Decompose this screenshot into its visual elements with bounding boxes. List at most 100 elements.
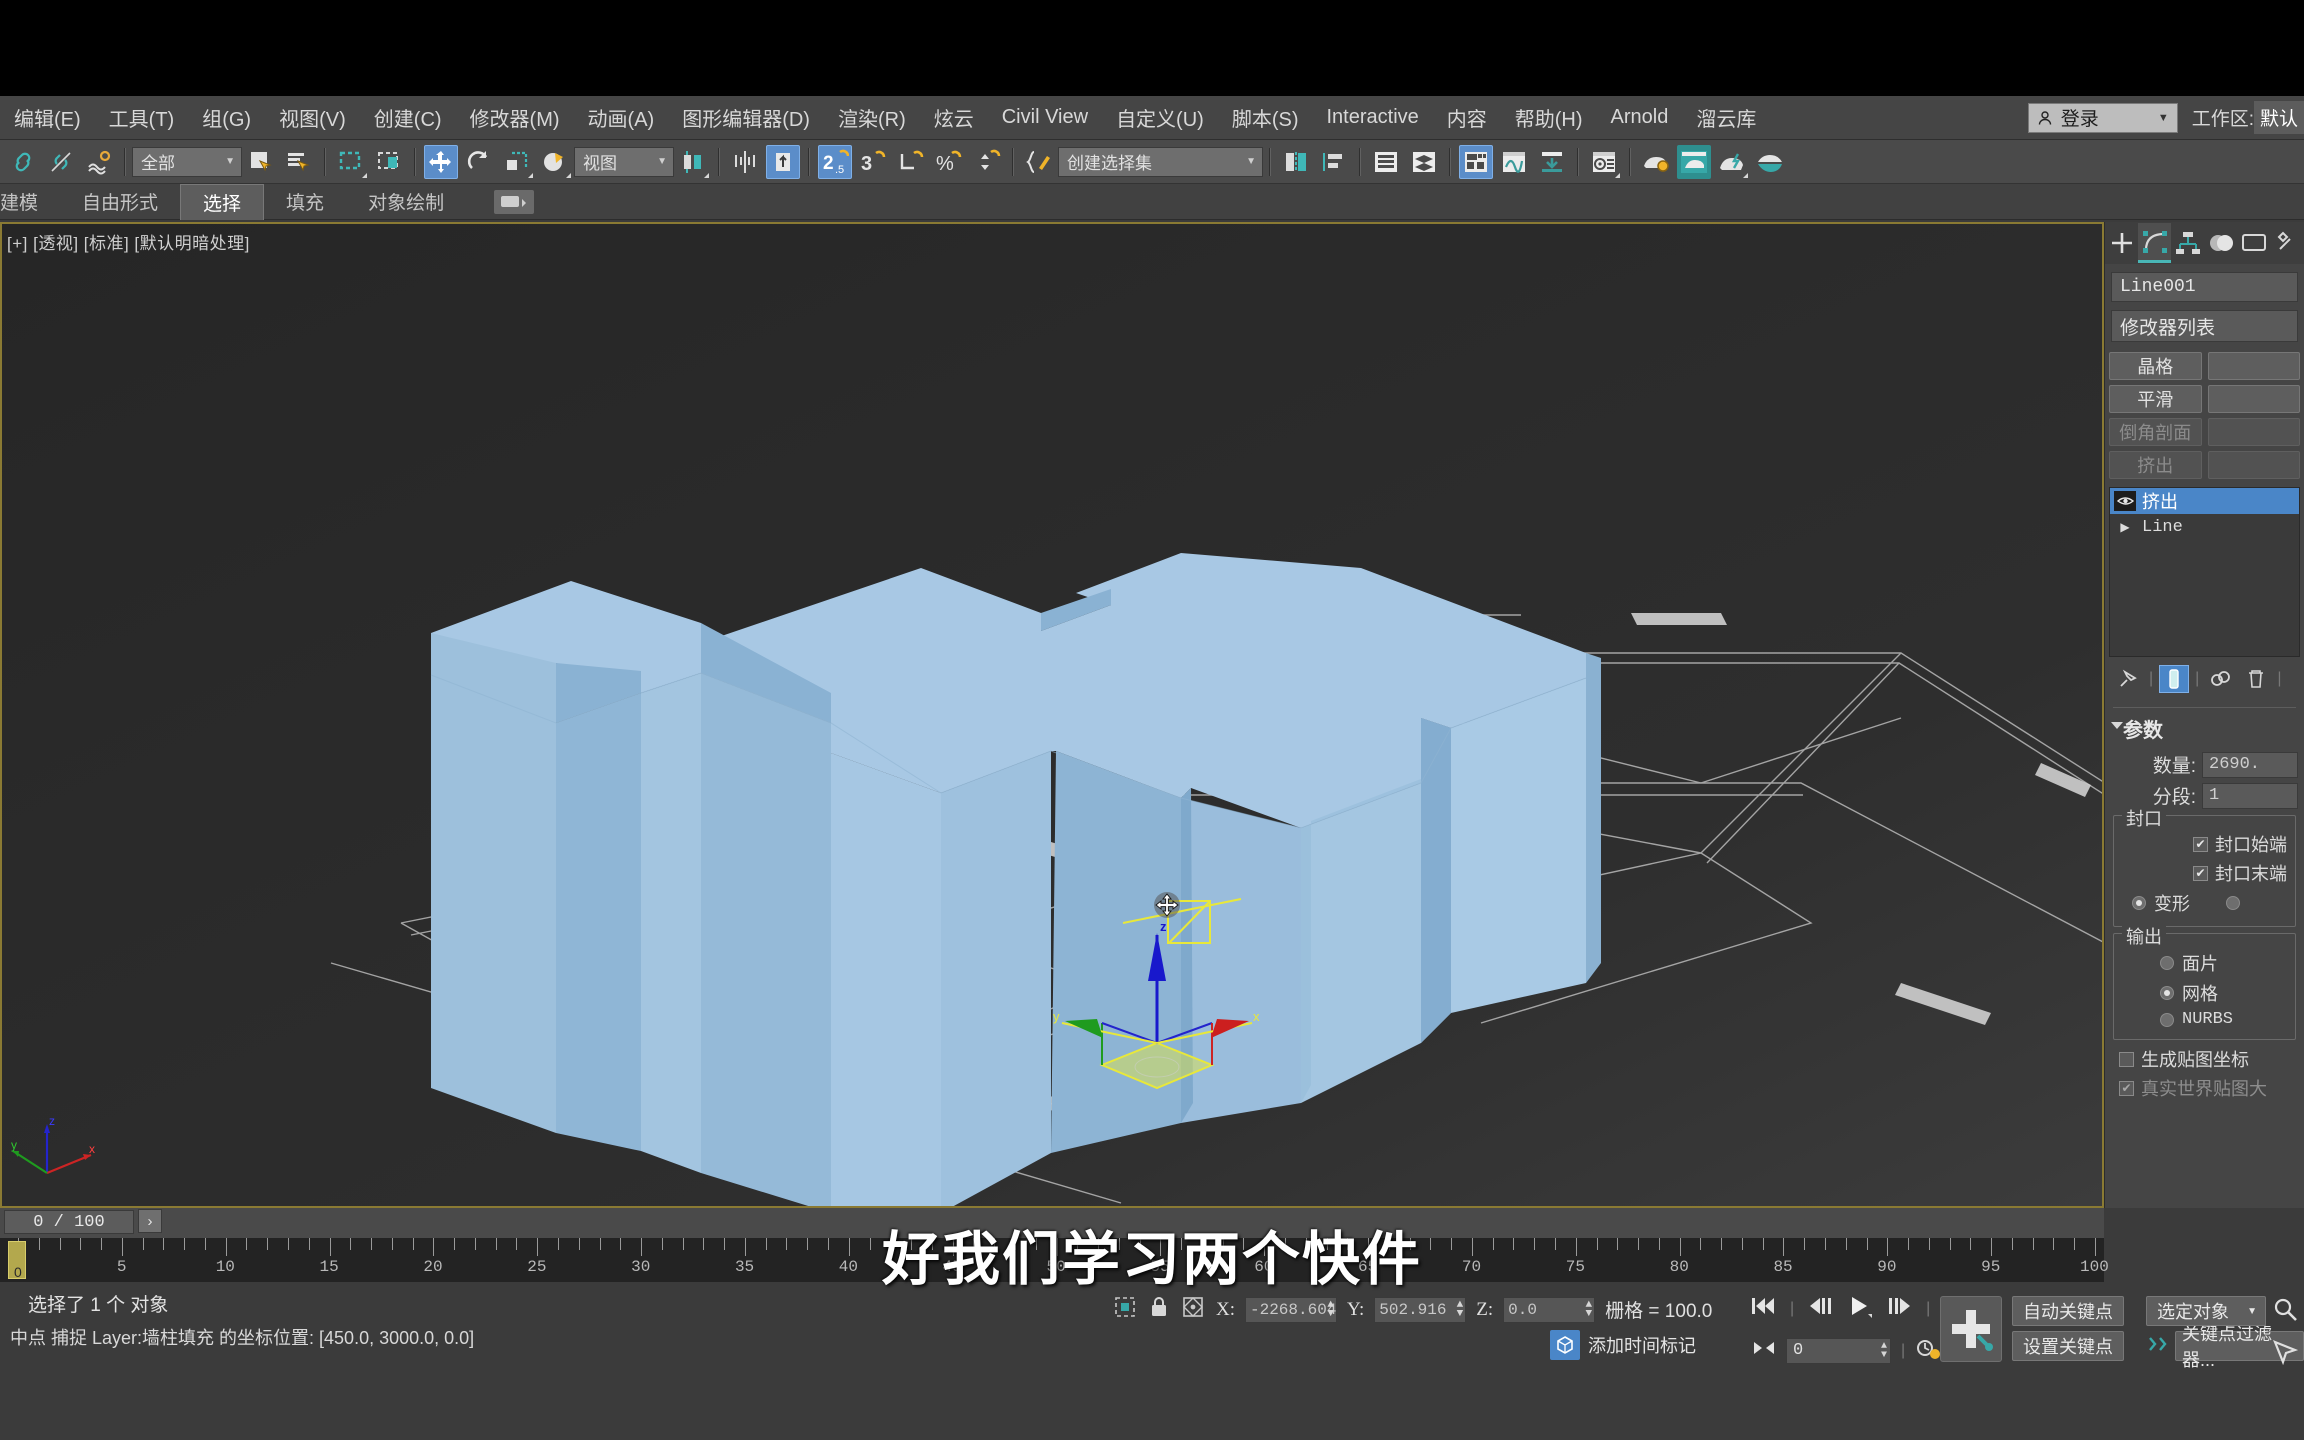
ribbon-tab-fill[interactable]: 填充 (264, 184, 346, 219)
real-world-map-size-row[interactable]: ✔ 真实世界贴图大 (2119, 1075, 2304, 1101)
chevron-down-icon[interactable]: ▼ (2158, 112, 2169, 124)
menu-item-scripting[interactable]: 脚本(S) (1218, 99, 1313, 136)
modify-tab[interactable] (2138, 223, 2172, 263)
coord-x-field[interactable]: -2268.604 ▲ ▼ (1245, 1296, 1337, 1323)
motion-tab[interactable] (2205, 223, 2238, 263)
cap-end-row[interactable]: ✔ 封口末端 (2122, 860, 2287, 886)
menu-item-graph-editors[interactable]: 图形编辑器(D) (668, 99, 824, 136)
prev-next-key-icon[interactable] (1752, 1339, 1776, 1362)
use-pivot-point-center-icon[interactable] (676, 145, 710, 179)
transform-center-icon[interactable] (1180, 1294, 1206, 1325)
current-frame-field[interactable]: 0 ▲ ▼ (1786, 1337, 1891, 1364)
select-and-scale-icon[interactable] (500, 145, 534, 179)
modifier-button-blank-1[interactable] (2207, 352, 2300, 380)
menu-item-liuyunku[interactable]: 溜云库 (1682, 99, 1770, 136)
scene-explorer-icon[interactable] (1407, 145, 1441, 179)
menu-item-civil-view[interactable]: Civil View (988, 102, 1102, 133)
pin-stack-icon[interactable] (2113, 665, 2143, 693)
modifier-button-lattice[interactable]: 晶格 (2109, 352, 2202, 380)
play-animation-button[interactable] (1848, 1294, 1873, 1323)
percent-snap-icon[interactable]: % (932, 145, 966, 179)
utilities-tab[interactable] (2271, 223, 2304, 263)
zoom-icon[interactable] (2272, 1296, 2298, 1327)
workspace-value[interactable]: 默认 (2253, 101, 2304, 134)
chevron-right-icon[interactable]: ▶ (2114, 520, 2136, 534)
selection-list-combo[interactable]: 选定对象 ▼ (2146, 1296, 2266, 1326)
absolute-mode-icon[interactable] (1112, 1294, 1138, 1325)
select-and-rotate-icon[interactable] (462, 145, 496, 179)
rendered-frame-window-icon[interactable] (1677, 144, 1711, 179)
modifier-stack-item-line[interactable]: ▶ Line (2110, 514, 2299, 540)
output-mesh-row[interactable]: 网格 (2122, 980, 2287, 1006)
menu-item-create[interactable]: 创建(C) (360, 99, 456, 136)
modifier-button-extrude[interactable]: 挤出 (2109, 451, 2202, 479)
edit-named-selection-icon[interactable] (1022, 145, 1056, 179)
ribbon-minimize-icon[interactable] (494, 189, 535, 214)
previous-frame-button[interactable] (1808, 1295, 1834, 1322)
auto-key-button[interactable]: 自动关键点 (2012, 1296, 2124, 1326)
menu-item-arnold[interactable]: Arnold (1597, 102, 1683, 133)
spinner-arrows-icon[interactable]: ▲ ▼ (1327, 1299, 1334, 1319)
render-production-icon[interactable] (1715, 145, 1749, 179)
menu-item-modifiers[interactable]: 修改器(M) (456, 99, 574, 136)
output-nurbs-row[interactable]: NURBS (2122, 1010, 2287, 1029)
angle-snap-icon[interactable] (894, 145, 928, 179)
output-patch-row[interactable]: 面片 (2122, 950, 2287, 976)
render-setup-icon[interactable] (1587, 145, 1621, 179)
ribbon-tab-object-paint[interactable]: 对象绘制 (346, 184, 466, 219)
menu-item-rendering[interactable]: 渲染(R) (824, 99, 920, 136)
coord-z-field[interactable]: 0.0 ▲ ▼ (1503, 1296, 1596, 1323)
morph-radio[interactable] (2132, 896, 2146, 910)
selection-lock-icon[interactable] (1148, 1294, 1170, 1325)
cap-end-checkbox[interactable]: ✔ (2193, 865, 2208, 881)
object-name-field[interactable]: Line001 (2111, 272, 2298, 302)
menu-item-interactive[interactable]: Interactive (1313, 102, 1433, 133)
show-end-result-icon[interactable] (2159, 665, 2190, 693)
perspective-viewport[interactable]: z x y [+] [透视] [标准] [默认明暗处理] z x y (0, 222, 2104, 1208)
window-crossing-icon[interactable] (372, 145, 406, 179)
set-key-button[interactable] (1940, 1296, 2002, 1362)
spinner-snap-icon[interactable] (970, 145, 1004, 179)
curve-editor-icon[interactable] (1497, 145, 1531, 179)
rect-select-region-icon[interactable] (334, 145, 368, 179)
menu-item-customize[interactable]: 自定义(U) (1102, 99, 1218, 136)
named-selection-set-combo[interactable]: 创建选择集 ▼ (1058, 146, 1263, 177)
menu-item-group[interactable]: 组(G) (188, 99, 265, 136)
menu-item-views[interactable]: 视图(V) (265, 99, 360, 136)
menu-item-help[interactable]: 帮助(H) (1501, 99, 1597, 136)
ribbon-tab-modeling[interactable]: 建模 (0, 184, 60, 219)
menu-item-edit[interactable]: 编辑(E) (0, 99, 95, 136)
frame-display-field[interactable]: 0 / 100 (4, 1210, 134, 1234)
viewport-label[interactable]: [+] [透视] [标准] [默认明暗处理] (7, 229, 250, 254)
select-and-move-icon[interactable] (424, 144, 458, 179)
output-nurbs-radio[interactable] (2160, 1012, 2174, 1027)
modifier-stack[interactable]: 挤出 ▶ Line (2109, 487, 2300, 657)
display-tab[interactable] (2238, 223, 2271, 263)
amount-spinner[interactable]: 2690. (2202, 751, 2298, 778)
bind-space-warp-icon[interactable] (82, 145, 116, 179)
time-slider-handle[interactable]: 0 (8, 1241, 26, 1280)
select-by-name-icon[interactable] (282, 145, 316, 179)
reference-coordinate-combo[interactable]: 视图 ▼ (574, 146, 674, 177)
align-icon[interactable] (766, 144, 800, 179)
snap-3d-icon[interactable]: 3 (856, 145, 890, 179)
modifier-button-blank-2[interactable] (2207, 385, 2300, 413)
menu-item-animation[interactable]: 动画(A) (574, 99, 669, 136)
render-settings-teapot-icon[interactable] (1639, 145, 1673, 179)
hierarchy-tab[interactable] (2171, 223, 2204, 263)
next-frame-arrow-button[interactable]: › (138, 1209, 162, 1233)
schematic-view-icon[interactable] (1535, 145, 1569, 179)
mirror-icon[interactable] (728, 145, 762, 179)
cap-start-checkbox[interactable]: ✔ (2193, 836, 2208, 852)
modifier-button-blank-3[interactable] (2207, 418, 2300, 446)
select-object-icon[interactable] (244, 145, 278, 179)
layer-manager-icon[interactable] (1369, 145, 1403, 179)
generate-mapping-coords-row[interactable]: 生成贴图坐标 (2119, 1046, 2304, 1072)
output-patch-radio[interactable] (2160, 956, 2174, 970)
pan-icon[interactable] (2272, 1339, 2299, 1370)
output-mesh-radio[interactable] (2160, 986, 2174, 1000)
modifier-stack-item-extrude[interactable]: 挤出 (2110, 488, 2299, 514)
selection-filter-combo[interactable]: 全部 ▼ (132, 146, 242, 177)
modifier-button-blank-4[interactable] (2207, 451, 2300, 479)
material-editor-icon[interactable] (1459, 144, 1493, 179)
